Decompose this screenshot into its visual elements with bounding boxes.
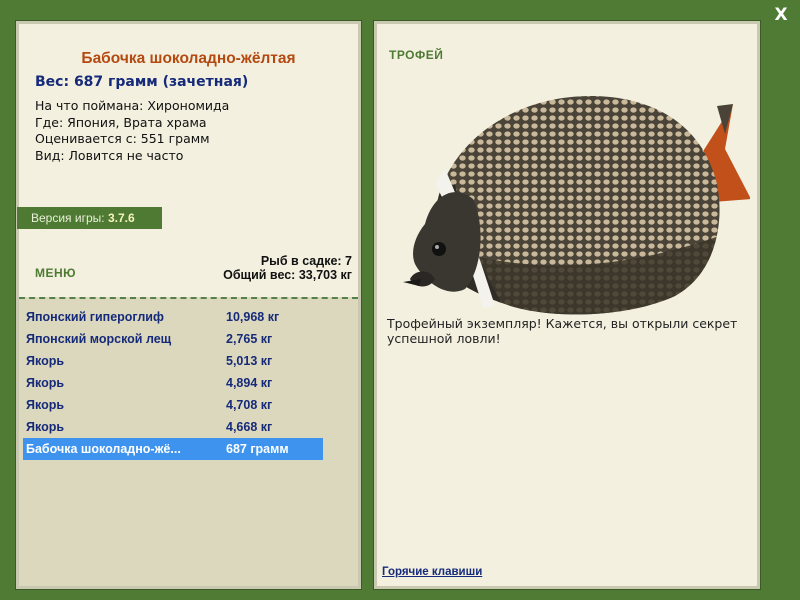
catch-weight: 4,894 кг [226, 376, 273, 390]
menu-button[interactable]: МЕНЮ [35, 266, 76, 280]
fish-info-panel: Бабочка шоколадно-жёлтая Вес: 687 грамм … [15, 20, 362, 590]
close-button[interactable]: X [770, 4, 792, 26]
catch-row[interactable]: Японский гипероглиф 10,968 кг [23, 306, 323, 328]
version-bar: Версия игры: 3.7.6 [17, 207, 162, 229]
version-label: Версия игры: [31, 211, 105, 225]
catch-name: Японский гипероглиф [26, 310, 164, 324]
catch-row[interactable]: Якорь 4,668 кг [23, 416, 323, 438]
catch-weight: 687 грамм [226, 442, 289, 456]
trophy-text: Трофейный экземпляр! Кажется, вы открыли… [387, 316, 738, 346]
total-weight: Общий вес: 33,703 кг [223, 268, 352, 282]
catch-list: Японский гипероглиф 10,968 кг Японский м… [23, 306, 323, 460]
trophy-label: ТРОФЕЙ [389, 48, 444, 62]
caught-on-line: На что поймана: Хирономида [35, 98, 230, 113]
location-line: Где: Япония, Врата храма [35, 114, 207, 130]
rarity-line: Вид: Ловится не часто [35, 147, 184, 163]
hotkeys-link[interactable]: Горячие клавиши [382, 566, 482, 578]
catch-weight: 4,708 кг [226, 398, 273, 412]
catch-name: Якорь [26, 420, 65, 434]
catch-name: Бабочка шоколадно-жё... [26, 442, 181, 456]
catch-row[interactable]: Японский морской лещ 2,765 кг [23, 328, 323, 350]
fish-details: На что поймана: Хирономида Где: Япония, … [35, 98, 229, 164]
catch-name: Японский морской лещ [26, 332, 172, 346]
catch-name: Якорь [26, 376, 65, 390]
fish-image [403, 95, 750, 315]
version-value: 3.7.6 [107, 211, 135, 225]
rated-from-line: Оценивается с: 551 грамм [35, 131, 210, 146]
catch-row-selected[interactable]: Бабочка шоколадно-жё... 687 грамм [23, 438, 323, 460]
trophy-panel: ТРОФЕЙ Трофейный экземпляр! Кажется, вы … [373, 20, 761, 590]
catch-list-area: Японский гипероглиф 10,968 кг Японский м… [19, 297, 358, 586]
catch-row[interactable]: Якорь 4,708 кг [23, 394, 323, 416]
catch-name: Якорь [26, 354, 65, 368]
catch-row[interactable]: Якорь 4,894 кг [23, 372, 323, 394]
catch-weight: 10,968 кг [226, 310, 280, 324]
fish-weight: Вес: 687 грамм (зачетная) [35, 74, 249, 90]
catch-weight: 5,013 кг [226, 354, 273, 368]
keepnet-stats: Рыб в садке: 7 Общий вес: 33,703 кг [223, 254, 352, 282]
catch-name: Якорь [26, 398, 65, 412]
catch-weight: 2,765 кг [226, 332, 273, 346]
catch-row[interactable]: Якорь 5,013 кг [23, 350, 323, 372]
fish-count: Рыб в садке: 7 [260, 254, 352, 268]
fish-title: Бабочка шоколадно-жёлтая [81, 50, 296, 67]
catch-weight: 4,668 кг [226, 420, 273, 434]
